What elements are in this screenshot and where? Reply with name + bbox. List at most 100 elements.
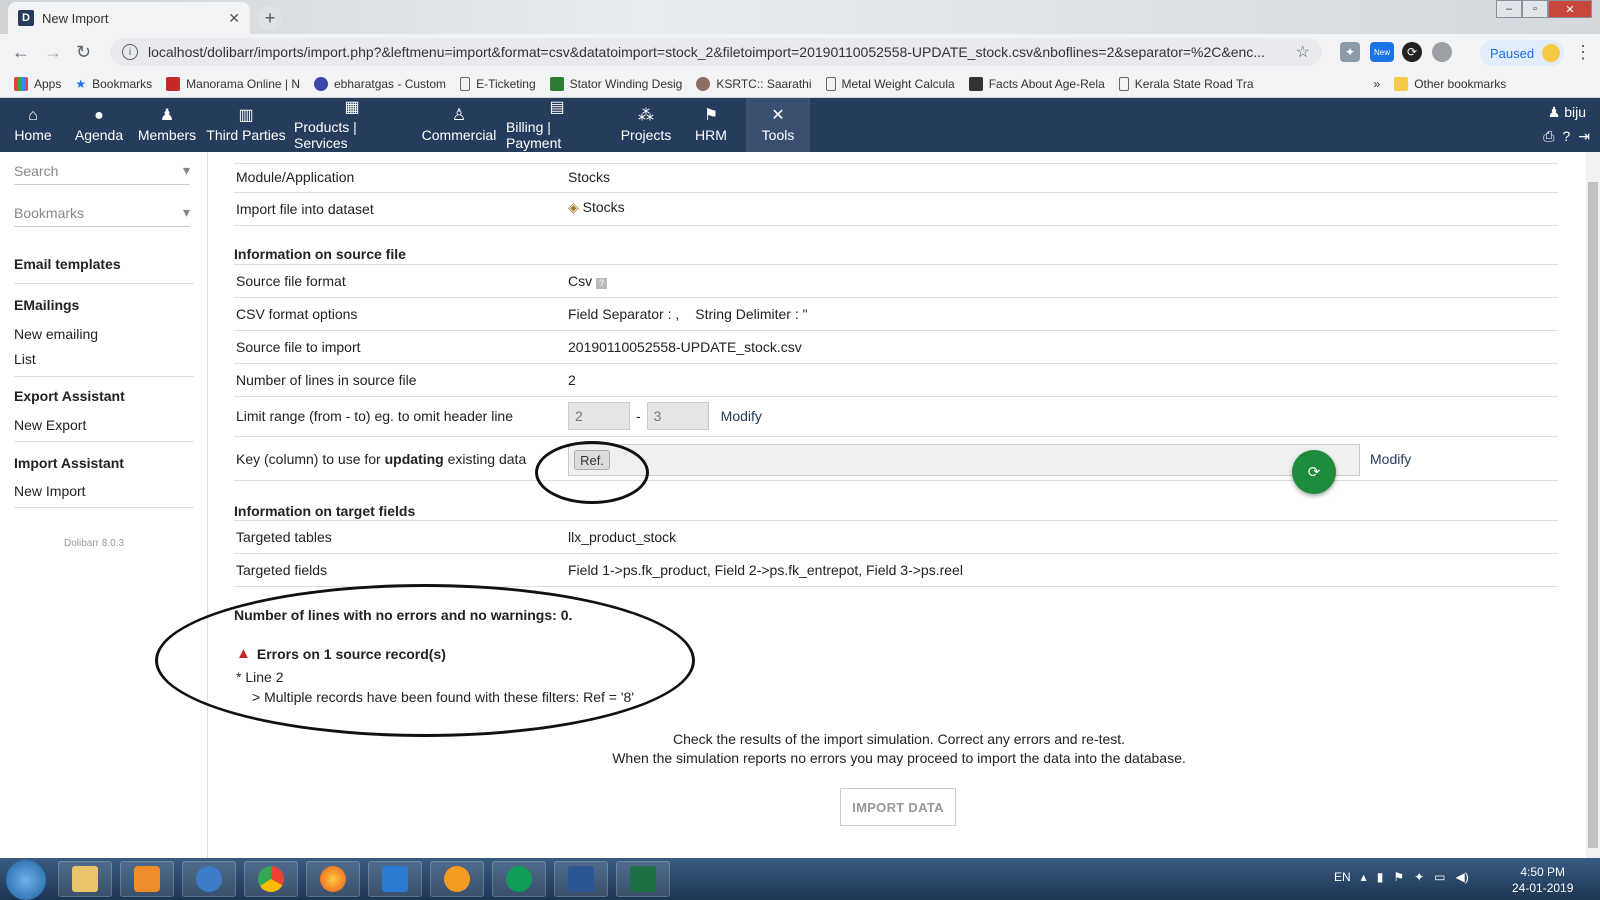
sidebar-export-assistant[interactable]: Export Assistant [14,388,125,404]
menu-members[interactable]: ♟ Members [136,98,198,152]
word-taskbar-button[interactable] [554,861,608,897]
excel-taskbar-button[interactable] [616,861,670,897]
sidebar-new-import[interactable]: New Import [14,483,86,499]
menu-third-parties[interactable]: ▥ Third Parties [206,98,286,152]
forward-icon[interactable]: → [44,42,62,63]
menu-home[interactable]: ⌂ Home [8,98,58,152]
range-from-input[interactable]: 2 [568,402,630,430]
maximize-button[interactable]: ▫ [1522,0,1548,18]
sidebar-new-export[interactable]: New Export [14,417,86,433]
tray-app-icon[interactable]: ✦ [1414,870,1424,884]
snipping-taskbar-button[interactable] [368,861,422,897]
sync-extension-icon[interactable]: ⟳ [1402,42,1422,62]
tab-title: New Import [42,10,109,26]
bookmark-item[interactable]: Manorama Online | N [166,76,300,91]
stator-icon [549,76,564,91]
search-select[interactable]: Search ▾ [14,157,190,185]
info-line: Check the results of the import simulati… [672,731,1126,747]
refresh-icon[interactable]: ⟳ [1292,450,1336,494]
row-label: Source file to import [236,339,361,355]
close-tab-icon[interactable]: ✕ [228,10,240,27]
profile-paused-button[interactable]: Paused [1480,40,1564,66]
projects-icon: ⁂ [638,107,654,124]
minimize-button[interactable]: – [1496,0,1522,18]
site-info-icon[interactable]: i [122,44,138,60]
bookmark-apps[interactable]: Apps [14,76,61,91]
bookmarks-select[interactable]: Bookmarks ▾ [14,199,190,227]
window-close-button[interactable]: ✕ [1548,0,1592,18]
hangouts-taskbar-button[interactable] [492,861,546,897]
bookmark-label: Facts About Age-Rela [988,76,1105,91]
sidebar-new-emailing[interactable]: New emailing [14,326,98,342]
home-icon: ⌂ [28,107,38,124]
menu-billing[interactable]: ▤ Billing | Payment [506,98,608,152]
key-label-bold: updating [384,451,444,467]
other-bookmarks[interactable]: Other bookmarks [1394,76,1507,91]
sidebar-email-templates[interactable]: Email templates [14,256,121,272]
new-tab-button[interactable]: + [258,6,282,30]
thunderbird-taskbar-button[interactable] [182,861,236,897]
settings-taskbar-button[interactable] [430,861,484,897]
help-icon[interactable]: ? [1562,128,1570,145]
browser-menu-icon[interactable]: ⋮ [1574,42,1592,63]
user-menu[interactable]: ♟ biju [1548,104,1586,121]
bookmarks-placeholder: Bookmarks [14,204,85,221]
modify-range-link[interactable]: Modify [721,408,762,424]
menu-projects[interactable]: ⁂ Projects [616,98,676,152]
more-bookmarks-button[interactable]: » [1374,77,1381,91]
help-icon[interactable]: ? [596,278,608,289]
menu-hrm[interactable]: ⚑ HRM [684,98,738,152]
row-label: Limit range (from - to) eg. to omit head… [236,408,514,424]
bookmark-item[interactable]: KSRTC:: Saarathi [696,76,812,91]
menu-tools[interactable]: ✕ Tools [746,98,810,152]
scrollbar-thumb[interactable] [1588,182,1598,848]
menu-products[interactable]: ▦ Products | Services [294,98,410,152]
chrome-taskbar-button[interactable] [244,861,298,897]
bookmark-item[interactable]: Metal Weight Calcula [825,76,955,91]
bookmarks-bar: Apps ★ Bookmarks Manorama Online | N ebha… [0,70,1600,98]
import-data-button[interactable]: IMPORT DATA [840,788,956,826]
windows-start-icon[interactable] [6,860,46,900]
reload-icon[interactable]: ↻ [76,42,91,63]
sidebar-import-assistant[interactable]: Import Assistant [14,455,124,471]
sidebar-emailings[interactable]: EMailings [14,297,79,313]
logout-icon[interactable]: ⇥ [1578,128,1590,145]
bookmark-item[interactable]: Stator Winding Desig [549,76,682,91]
bookmark-item[interactable]: ★ Bookmarks [75,77,152,91]
bookmark-label: Other bookmarks [1414,76,1507,91]
menu-agenda[interactable]: ● Agenda [70,98,128,152]
explorer-taskbar-button[interactable] [58,861,112,897]
bookmark-star-icon[interactable]: ☆ [1296,42,1310,62]
hrm-icon: ⚑ [703,107,719,124]
speech-extension-icon[interactable] [1432,42,1452,62]
range-to-input[interactable]: 3 [646,402,709,430]
manorama-icon [166,76,181,91]
volume-icon[interactable]: ◀) [1455,870,1468,884]
clock[interactable]: 4:50 PM 24-01-2019 [1512,864,1573,896]
row-value: llx_product_stock [568,529,677,545]
sidebar-list[interactable]: List [14,351,36,367]
firefox-taskbar-button[interactable] [306,861,360,897]
new-extension-icon[interactable]: New [1370,42,1394,62]
media-taskbar-button[interactable] [120,861,174,897]
menu-commercial[interactable]: ♙ Commercial [420,98,498,152]
bookmark-item[interactable]: Facts About Age-Rela [968,76,1105,91]
language-indicator[interactable]: EN [1334,870,1351,884]
string-delimiter: String Delimiter : " [695,306,808,322]
key-column-dropzone[interactable] [568,444,1360,476]
modify-key-link[interactable]: Modify [1370,451,1411,467]
row-label: Number of lines in source file [236,372,417,388]
address-bar[interactable]: i localhost/dolibarr/imports/import.php?… [110,38,1322,66]
bookmark-item[interactable]: ebharatgas - Custom [314,76,446,91]
back-icon[interactable]: ← [12,42,30,63]
bookmark-item[interactable]: E-Ticketing [460,76,536,91]
avatar [1542,44,1561,62]
browser-tab[interactable]: D New Import ✕ [8,2,250,34]
power-icon[interactable]: ▭ [1434,870,1445,884]
flag-icon[interactable]: ⚑ [1393,870,1404,884]
print-icon[interactable]: ⎙ [1543,128,1554,145]
network-icon[interactable]: ▮ [1377,870,1384,884]
extension-puzzle-icon[interactable]: ✦ [1340,42,1360,62]
tray-expand-icon[interactable]: ▴ [1361,870,1367,884]
bookmark-item[interactable]: Kerala State Road Tra [1118,76,1254,91]
